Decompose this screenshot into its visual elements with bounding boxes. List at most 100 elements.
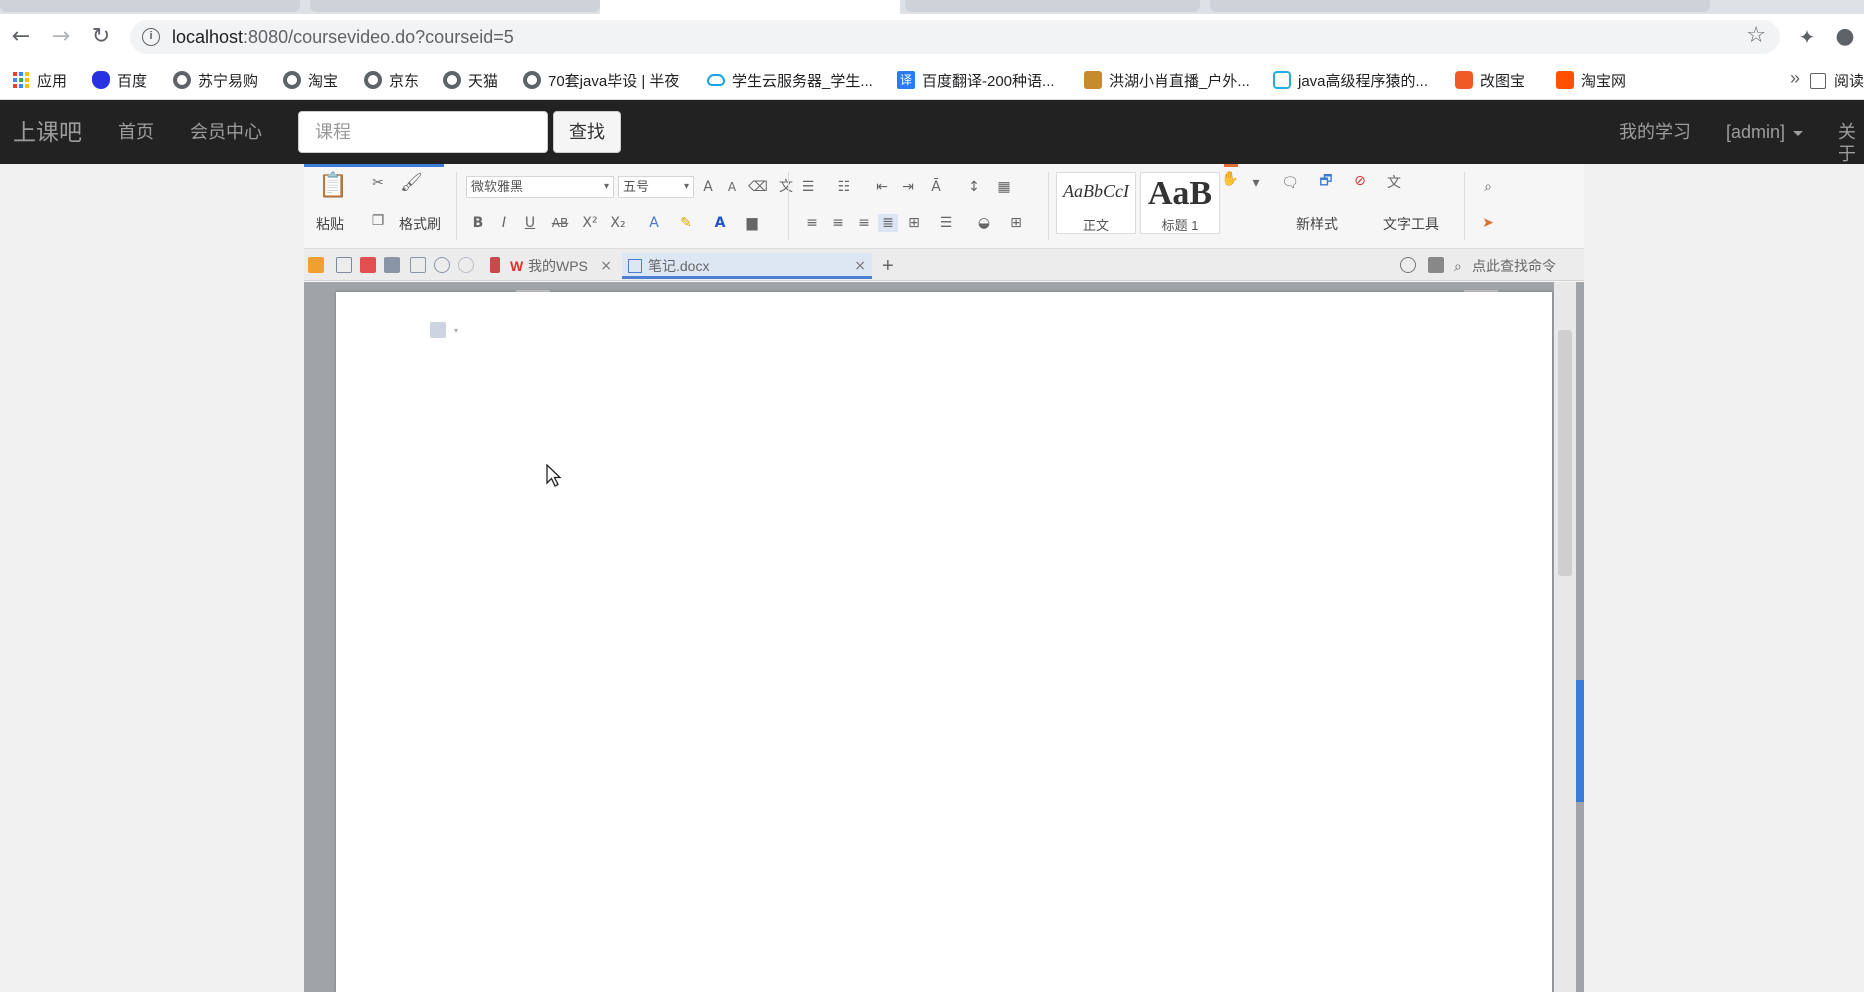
bookmark-baidu-fanyi[interactable]: 译 百度翻译-200种语...	[897, 69, 1055, 91]
align-left-icon[interactable]: ≡	[802, 214, 822, 232]
sort-icon[interactable]: ↕	[964, 178, 984, 196]
borders-icon[interactable]: ⊞	[1006, 214, 1026, 232]
search-button[interactable]: 查找	[553, 111, 621, 153]
text-effect-icon[interactable]: A	[644, 214, 664, 232]
new-tab-plus-icon[interactable]: +	[882, 253, 902, 279]
format-painter-icon[interactable]: 🖌	[400, 174, 423, 192]
styles-more-icon[interactable]: ▾	[1246, 174, 1266, 192]
phonetic-icon[interactable]: 文	[776, 178, 796, 196]
export-pdf-icon[interactable]	[360, 257, 376, 273]
scrollbar-thumb[interactable]	[1558, 330, 1572, 576]
justify-icon[interactable]: ≣	[878, 214, 898, 232]
nav-member-center[interactable]: 会员中心	[190, 121, 262, 143]
nav-home[interactable]: 首页	[118, 121, 154, 143]
char-shading-icon[interactable]: ▆	[742, 214, 762, 232]
style-normal[interactable]: AaBbCcI 正文	[1056, 172, 1136, 234]
text-tools-icon[interactable]: 文	[1384, 174, 1404, 192]
bookmark-apps[interactable]: 应用	[12, 69, 67, 91]
paragraph-handle-icon[interactable]	[430, 322, 446, 338]
document-scrollbar[interactable]	[1554, 282, 1576, 992]
site-brand[interactable]: 上课吧	[13, 118, 82, 146]
table-icon[interactable]: ▦	[994, 178, 1014, 196]
align-right-icon[interactable]: ≡	[854, 214, 874, 232]
address-url[interactable]: localhost:8080/coursevideo.do?courseid=5	[172, 26, 514, 48]
bookmark-gaitubao[interactable]: 改图宝	[1455, 69, 1525, 91]
bookmark-suning[interactable]: 苏宁易购	[173, 69, 258, 91]
course-search-input[interactable]	[298, 111, 548, 153]
font-name-select[interactable]: 微软雅黑	[466, 176, 614, 198]
course-video-player[interactable]: 📋 粘贴 ✂ ❐ 🖌 格式刷 微软雅黑 五号 A A ⌫ 文 B I U AB …	[304, 164, 1584, 992]
save-icon[interactable]	[336, 257, 352, 273]
new-style-icon[interactable]: 🗨	[1280, 174, 1300, 192]
print-preview-icon[interactable]	[410, 257, 426, 273]
find-command-box[interactable]: ⌕ 点此查找命令	[1454, 253, 1580, 279]
bookmark-taobao[interactable]: 淘宝	[283, 69, 338, 91]
font-size-select[interactable]: 五号	[618, 176, 694, 198]
tab-document[interactable]: 笔记.docx ×	[622, 253, 872, 279]
subscript-icon[interactable]: X₂	[608, 214, 628, 232]
bookmark-baidu[interactable]: 百度	[92, 69, 147, 91]
browser-tab-active[interactable]	[600, 0, 900, 14]
cloud-sync-icon[interactable]	[1400, 257, 1416, 273]
forward-icon[interactable]: →	[46, 22, 76, 52]
bookmarks-more-chevron-icon[interactable]: »	[1790, 68, 1800, 89]
browser-tab[interactable]	[310, 0, 600, 12]
new-style-button[interactable]: 新样式	[1296, 216, 1338, 232]
nav-user-menu[interactable]: [admin]	[1726, 121, 1804, 143]
distribute-icon[interactable]: ⊞	[904, 214, 924, 232]
skin-icon[interactable]	[1428, 257, 1444, 273]
extensions-icon[interactable]: ✦	[1792, 22, 1822, 52]
bookmark-star-icon[interactable]: ☆	[1746, 23, 1766, 48]
browser-tab[interactable]	[0, 0, 300, 12]
redo-icon[interactable]	[458, 257, 474, 273]
reading-list[interactable]: 阅读	[1809, 70, 1864, 91]
bookmark-tmall[interactable]: 天猫	[443, 69, 498, 91]
decrease-indent-icon[interactable]: ⇤	[872, 178, 892, 196]
grow-font-icon[interactable]: A	[698, 178, 718, 196]
numbered-list-icon[interactable]: ☷	[834, 178, 854, 196]
select-icon[interactable]: ➤	[1478, 214, 1498, 232]
bold-icon[interactable]: B	[468, 214, 488, 232]
site-info-icon[interactable]: i	[142, 28, 160, 46]
close-icon[interactable]: ×	[600, 253, 612, 279]
bullet-list-icon[interactable]: ☰	[798, 178, 818, 196]
cut-icon[interactable]: ✂	[368, 174, 388, 192]
clear-style-icon[interactable]: ⊘	[1350, 172, 1370, 190]
bookmark-jd[interactable]: 京东	[364, 69, 419, 91]
back-icon[interactable]: ←	[6, 22, 36, 52]
nav-my-learning[interactable]: 我的学习	[1619, 121, 1691, 143]
reload-icon[interactable]: ↻	[86, 22, 116, 52]
bookmark-java-projects[interactable]: 70套java毕设 | 半夜	[523, 69, 679, 91]
bookmark-student-cloud[interactable]: 学生云服务器_学生...	[707, 69, 873, 91]
undo-icon[interactable]	[434, 257, 450, 273]
strikethrough-icon[interactable]: AB	[550, 214, 570, 232]
copy-icon[interactable]: ❐	[368, 212, 388, 230]
text-tools-button[interactable]: 文字工具	[1383, 216, 1439, 232]
shading-icon[interactable]: ◒	[974, 214, 994, 232]
shrink-font-icon[interactable]: A	[722, 178, 742, 196]
clear-format-icon[interactable]: ⌫	[748, 178, 768, 196]
tab-my-wps[interactable]: W 我的WPS ×	[508, 253, 618, 279]
style-heading-1[interactable]: AaB 标题 1	[1140, 172, 1220, 234]
line-spacing-icon[interactable]: ☰	[936, 214, 956, 232]
browser-tab[interactable]	[905, 0, 1200, 12]
chinese-layout-icon[interactable]: Ā	[926, 178, 946, 196]
highlight-icon[interactable]: ✎	[676, 214, 696, 232]
customize-icon[interactable]	[490, 257, 500, 273]
font-color-icon[interactable]: A	[710, 214, 730, 232]
increase-indent-icon[interactable]: ⇥	[898, 178, 918, 196]
open-icon[interactable]	[308, 257, 324, 273]
paste-icon[interactable]: 📋	[318, 173, 348, 206]
paste-button[interactable]: 粘贴	[316, 216, 344, 232]
close-icon[interactable]: ×	[854, 253, 866, 279]
bookmark-bilibili[interactable]: java高级程序猿的...	[1273, 69, 1428, 91]
format-painter-button[interactable]: 格式刷	[399, 216, 441, 232]
underline-icon[interactable]: U	[520, 214, 540, 232]
align-center-icon[interactable]: ≡	[828, 214, 848, 232]
document-page[interactable]: ▾	[336, 290, 1552, 992]
side-panel-tab[interactable]	[1576, 680, 1584, 802]
find-replace-icon[interactable]: ⌕	[1478, 178, 1498, 196]
bookmark-honghu-live[interactable]: 洪湖小肖直播_户外...	[1084, 69, 1250, 91]
nav-about[interactable]: 关于	[1838, 121, 1864, 165]
browser-tab[interactable]	[1210, 0, 1710, 12]
